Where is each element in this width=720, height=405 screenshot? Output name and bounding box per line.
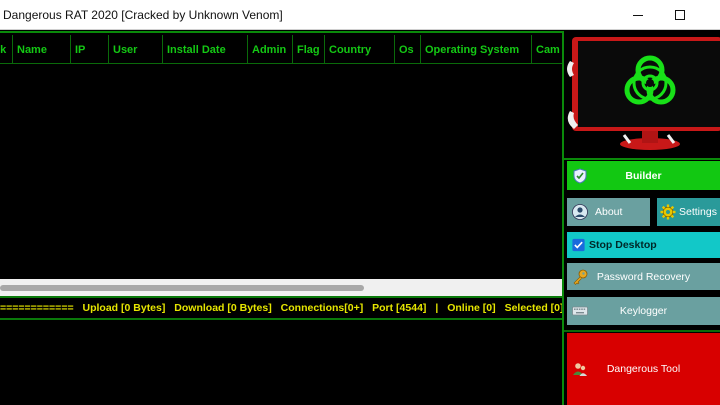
column-header-os[interactable]: Os (395, 35, 421, 64)
horizontal-scrollbar[interactable] (0, 279, 563, 297)
sidebar-separator-bottom (564, 330, 720, 332)
about-label: About (595, 206, 623, 218)
stop-desktop-label: Stop Desktop (589, 239, 657, 251)
column-header-user[interactable]: User (109, 35, 163, 64)
status-download: Download [0 Bytes] (174, 302, 272, 314)
column-header-name[interactable]: Name (13, 35, 71, 64)
main-area: ck Name IP User Install Date Admin Flag … (0, 31, 720, 405)
status-connections: Connections[0+] (280, 302, 364, 314)
status-separator: ============ (0, 302, 74, 314)
window-title: Dangerous RAT 2020 [Cracked by Unknown V… (3, 8, 283, 22)
settings-label: Settings (679, 206, 717, 218)
settings-button[interactable]: Settings (657, 198, 720, 226)
column-header-flag[interactable]: Flag (293, 35, 325, 64)
status-upload: Upload [0 Bytes] (82, 302, 166, 314)
log-panel[interactable] (0, 320, 563, 405)
status-bar: ============ Upload [0 Bytes] Download [… (0, 296, 564, 320)
window-titlebar: Dangerous RAT 2020 [Cracked by Unknown V… (0, 0, 720, 30)
builder-button[interactable]: Builder (567, 161, 720, 190)
status-selected: Selected [0] (504, 302, 564, 314)
clients-table[interactable]: ck Name IP User Install Date Admin Flag … (0, 31, 572, 297)
password-recovery-button[interactable]: Password Recovery (567, 263, 720, 290)
column-header-check[interactable]: ck (0, 35, 13, 64)
status-port: Port [4544] (372, 302, 427, 314)
status-text: ============ Upload [0 Bytes] Download [… (0, 302, 570, 314)
dangerous-tool-button[interactable]: Dangerous Tool (567, 333, 720, 405)
dangerous-tool-label: Dangerous Tool (606, 363, 681, 375)
column-header-ip[interactable]: IP (71, 35, 109, 64)
builder-label: Builder (625, 169, 662, 182)
stop-desktop-button[interactable]: Stop Desktop (567, 232, 720, 258)
table-header: ck Name IP User Install Date Admin Flag … (0, 35, 572, 64)
password-recovery-label: Password Recovery (596, 270, 691, 283)
minimize-button[interactable] (616, 0, 662, 30)
scrollbar-thumb[interactable] (0, 285, 364, 291)
status-divider: | (435, 302, 439, 314)
column-header-admin[interactable]: Admin (248, 35, 293, 64)
maximize-icon (675, 10, 685, 20)
gear-icon (660, 204, 676, 220)
keylogger-label: Keylogger (619, 305, 668, 317)
biohazard-icon (567, 37, 720, 150)
column-header-install-date[interactable]: Install Date (163, 35, 248, 64)
app-logo (564, 31, 720, 158)
sidebar: Builder About Settings Stop Desktop Pass… (564, 31, 720, 405)
minimize-icon (633, 15, 643, 16)
user-icon (572, 204, 588, 220)
maximize-button[interactable] (662, 0, 708, 30)
keylogger-button[interactable]: Keylogger (567, 297, 720, 325)
status-online: Online [0] (447, 302, 496, 314)
sidebar-separator (564, 158, 720, 160)
column-header-operating-system[interactable]: Operating System (421, 35, 532, 64)
column-header-country[interactable]: Country (325, 35, 395, 64)
checkbox-icon[interactable] (572, 238, 585, 252)
about-button[interactable]: About (567, 198, 650, 226)
